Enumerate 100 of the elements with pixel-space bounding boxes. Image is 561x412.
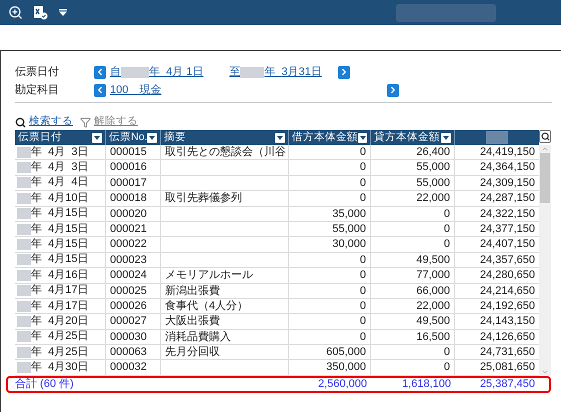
- zoom-in-icon[interactable]: [8, 5, 23, 20]
- account-link[interactable]: 100 現金: [110, 82, 387, 98]
- table-cell: 0: [289, 160, 371, 175]
- redacted-block: [17, 270, 31, 281]
- dropdown-icon[interactable]: [58, 8, 68, 16]
- previous-button[interactable]: [94, 66, 106, 78]
- date-cell: 年 4月15日: [15, 206, 106, 221]
- date-cell: 年 4月15日: [15, 252, 106, 268]
- table-cell: 0: [289, 268, 371, 283]
- next-button[interactable]: [387, 84, 399, 96]
- filter-dropdown-icon[interactable]: [441, 132, 451, 142]
- table-cell: 取引先葬儀参列: [161, 191, 289, 206]
- table-cell: 605,000: [289, 345, 371, 360]
- filter-dropdown-icon[interactable]: [147, 132, 157, 142]
- table-cell: 0: [289, 314, 371, 329]
- table-cell: 000027: [106, 314, 161, 329]
- table-cell: 0: [371, 345, 455, 360]
- column-header[interactable]: 貸方本体金額: [371, 130, 455, 145]
- table-cell: 30,000: [289, 237, 371, 252]
- date-cell: 年 4月25日: [15, 345, 106, 360]
- column-header[interactable]: 伝票No.: [106, 130, 161, 145]
- column-header[interactable]: 摘要: [161, 130, 289, 145]
- redacted-block: [17, 208, 31, 220]
- table-cell-text: 25,081,650: [478, 360, 536, 375]
- table-cell: 000015: [106, 145, 161, 160]
- filter-label: 勘定科目: [15, 82, 60, 98]
- date-cell: 年 4月30日: [15, 360, 106, 375]
- scrollbar-thumb[interactable]: [540, 153, 550, 203]
- table-cell-text: 24,214,650: [478, 284, 536, 298]
- table-cell: 取引先との懇談会（川谷: [161, 145, 289, 160]
- redacted-block: [17, 331, 31, 342]
- previous-button[interactable]: [94, 84, 106, 96]
- table-cell: 食事代（4人分）: [161, 298, 289, 314]
- date-range-link[interactable]: 自 年 4月 1日 至 年 3月31日: [110, 64, 338, 80]
- table-cell-text: 24,192,650: [478, 298, 536, 314]
- date-cell: 年 4月 3日: [15, 145, 106, 160]
- redacted-block: [17, 254, 31, 266]
- table-cell-text: 24,287,150: [478, 191, 536, 206]
- table-cell-text: 24,731,650: [478, 345, 536, 360]
- redacted-block: [17, 300, 31, 312]
- table-cell: 0: [289, 145, 371, 160]
- filter-dropdown-icon[interactable]: [92, 132, 102, 142]
- date-cell: 年 4月 4日: [15, 176, 106, 190]
- table-cell: 000063: [106, 345, 161, 360]
- filter-clear-icon: [80, 116, 91, 128]
- table-cell: 000024: [106, 268, 161, 283]
- table-cell-text: 24,377,150: [478, 222, 536, 236]
- table-cell-text: 2,560,000: [317, 377, 368, 392]
- table-cell: 000016: [106, 160, 161, 175]
- redacted-block: [17, 146, 31, 158]
- chevron-right-icon: [388, 85, 398, 95]
- table-cell: 000017: [106, 176, 161, 190]
- table-cell: 0: [371, 360, 455, 375]
- scrollbar[interactable]: [539, 145, 551, 376]
- table-cell: 000025: [106, 284, 161, 298]
- search-icon: [15, 116, 26, 128]
- filter-dropdown-icon[interactable]: [358, 132, 367, 142]
- redacted-block: [17, 177, 31, 188]
- table-cell: 66,000: [371, 284, 455, 298]
- table-cell: 000032: [106, 360, 161, 375]
- table-cell: 49,500: [371, 252, 455, 268]
- table-cell: 000020: [106, 206, 161, 221]
- filter-label: 伝票日付: [15, 64, 60, 80]
- table-cell: 000026: [106, 298, 161, 314]
- table-cell: 0: [289, 284, 371, 298]
- search-link[interactable]: 検索する: [29, 114, 73, 130]
- column-header[interactable]: 伝票日付: [15, 130, 106, 145]
- redacted-block: [17, 239, 31, 250]
- table-cell: 000023: [106, 252, 161, 268]
- column-header[interactable]: 借方本体金額: [289, 130, 371, 145]
- table-cell: 55,000: [371, 160, 455, 175]
- table-cell: 0: [289, 252, 371, 268]
- date-cell: 年 4月16日: [15, 268, 106, 283]
- date-cell: 年 4月25日: [15, 330, 106, 344]
- redacted-block: [17, 162, 31, 174]
- date-cell: 年 4月17日: [15, 298, 106, 314]
- table-cell-text: 1,618,100: [401, 377, 452, 392]
- date-cell: 年 4月 3日: [15, 160, 106, 175]
- chevron-right-icon: [339, 67, 349, 77]
- filter-dropdown-icon[interactable]: [275, 132, 285, 142]
- table-cell-text: 24,280,650: [478, 268, 536, 283]
- redacted-block: [240, 66, 264, 78]
- table-cell: 22,000: [371, 298, 455, 314]
- table-cell: 0: [289, 176, 371, 190]
- table-cell: 55,000: [371, 176, 455, 190]
- redacted-block: [17, 224, 31, 235]
- spreadsheet-check-icon[interactable]: [33, 5, 48, 20]
- table-cell-text: 24,407,150: [478, 237, 536, 252]
- search-icon[interactable]: [539, 130, 551, 143]
- table-cell: 0: [371, 237, 455, 252]
- table-cell: 大阪出張費: [161, 314, 289, 329]
- table-cell: 55,000: [289, 222, 371, 236]
- table-cell-text: 24,419,150: [478, 145, 536, 160]
- table-cell: 0: [371, 222, 455, 236]
- table-cell: 先月分回収: [161, 345, 289, 360]
- next-button[interactable]: [338, 66, 350, 78]
- table-cell: 26,400: [371, 145, 455, 160]
- table-cell: 000021: [106, 222, 161, 236]
- redacted-block: [17, 346, 31, 358]
- table-cell: メモリアルホール: [161, 268, 289, 283]
